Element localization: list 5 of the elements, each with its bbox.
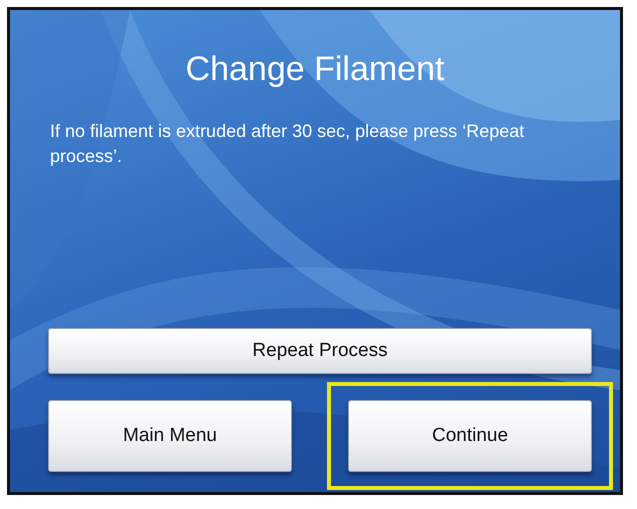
screen-title: Change Filament xyxy=(186,50,444,89)
continue-button[interactable]: Continue xyxy=(348,400,592,472)
repeat-process-button[interactable]: Repeat Process xyxy=(48,328,592,374)
instruction-text: If no filament is extruded after 30 sec, please press ‘Repeat process’. xyxy=(50,120,526,168)
main-menu-button[interactable]: Main Menu xyxy=(48,400,292,472)
